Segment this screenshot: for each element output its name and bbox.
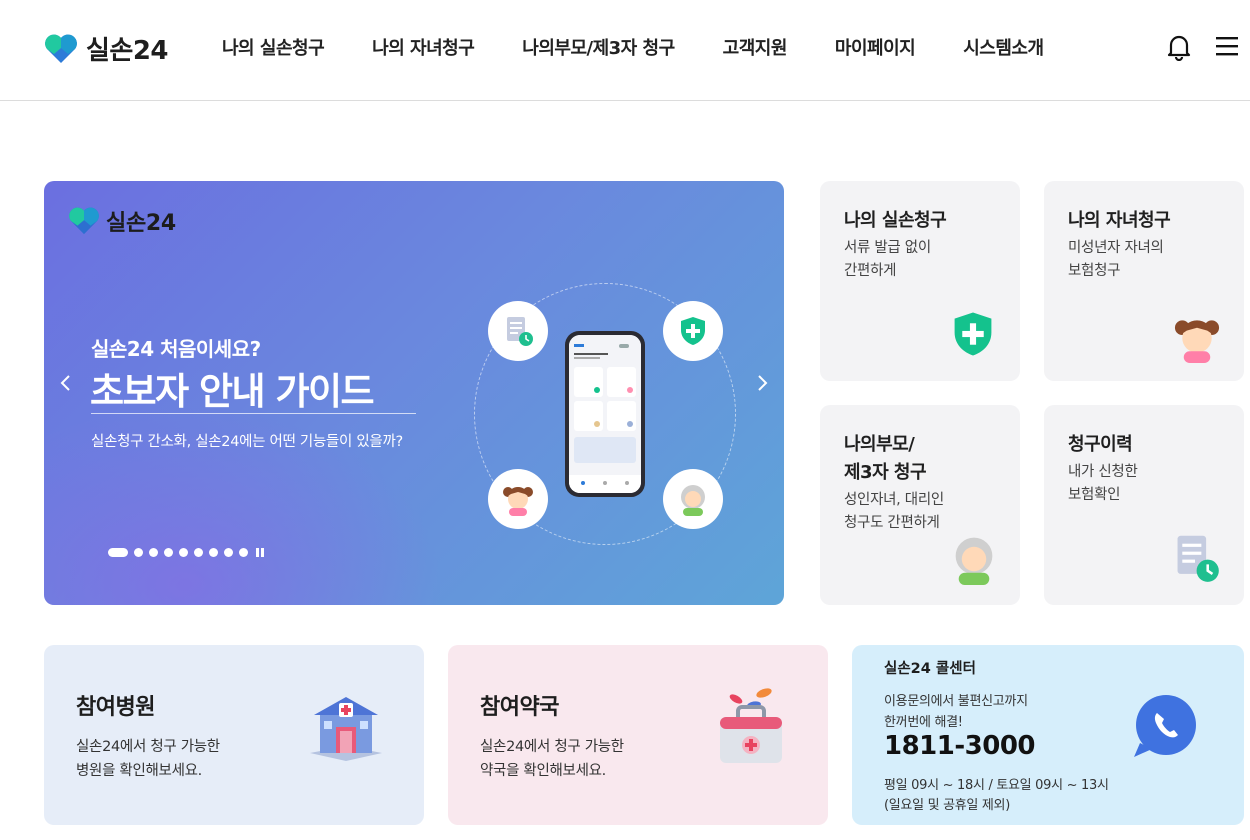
top-header: 실손24 나의 실손청구 나의 자녀청구 나의부모/제3자 청구 고객지원 마이…	[0, 0, 1250, 101]
green-shield-plus-icon	[954, 312, 992, 356]
phone-call-bubble-icon	[1134, 695, 1196, 757]
nav-child-claim[interactable]: 나의 자녀청구	[372, 34, 475, 60]
nav-parent-claim[interactable]: 나의부모/제3자 청구	[522, 34, 675, 60]
card-desc: 서류 발급 없이	[844, 240, 931, 256]
banner-logo-text: 실손24	[106, 211, 176, 236]
phone-screen	[569, 335, 641, 493]
card-partner-hospitals[interactable]: 참여병원 실손24에서 청구 가능한 병원을 확인해보세요.	[44, 645, 424, 825]
card-desc-line: 약국을 확인해보세요.	[480, 763, 606, 779]
card-desc: 내가 신청한	[1068, 464, 1138, 480]
hospital-building-icon	[310, 697, 382, 761]
orbit-document-bubble	[488, 301, 548, 361]
card-call-center[interactable]: 실손24 콜센터 이용문의에서 불편신고까지 한꺼번에 해결! 1811-300…	[852, 645, 1244, 825]
slide-dot[interactable]	[239, 548, 248, 557]
card-partner-pharmacies[interactable]: 참여약국 실손24에서 청구 가능한 약국을 확인해보세요.	[448, 645, 828, 825]
next-slide-icon[interactable]	[750, 371, 774, 395]
card-title: 나의 실손청구	[844, 210, 947, 231]
card-title-line: 제3자 청구	[844, 462, 927, 483]
callcenter-phone-number[interactable]: 1811-3000	[884, 731, 1036, 761]
card-self-claim[interactable]: 나의 실손청구 서류 발급 없이 간편하게	[820, 181, 1020, 381]
heart-logo-icon	[69, 207, 99, 235]
card-desc-line: 병원을 확인해보세요.	[76, 763, 202, 779]
card-desc: 간편하게	[844, 263, 897, 279]
main-nav: 나의 실손청구 나의 자녀청구 나의부모/제3자 청구 고객지원 마이페이지 시…	[222, 34, 1092, 60]
slide-indicator	[108, 548, 264, 557]
callcenter-hours-line: 평일 09시 ~ 18시 / 토요일 09시 ~ 13시	[884, 778, 1109, 793]
banner-logo: 실손24	[68, 205, 176, 237]
nav-my-page[interactable]: 마이페이지	[835, 34, 916, 60]
pause-icon[interactable]	[256, 548, 264, 557]
card-desc-line: 실손24에서 청구 가능한	[76, 739, 220, 755]
slide-dot[interactable]	[134, 548, 143, 557]
nav-customer-support[interactable]: 고객지원	[723, 34, 788, 60]
callcenter-hours: 평일 09시 ~ 18시 / 토요일 09시 ~ 13시 (일요일 및 공휴일 …	[884, 776, 1109, 816]
document-clock-icon	[1177, 535, 1219, 582]
orbit-girl-bubble	[488, 469, 548, 529]
card-desc: 실손24에서 청구 가능한 약국을 확인해보세요.	[480, 735, 624, 783]
card-title: 청구이력	[1068, 434, 1133, 455]
callcenter-title: 실손24 콜센터	[884, 661, 976, 677]
card-title: 나의 자녀청구	[1068, 210, 1171, 231]
card-desc: 성인자녀, 대리인	[844, 492, 944, 508]
card-claim-history[interactable]: 청구이력 내가 신청한 보험확인	[1044, 405, 1244, 605]
hamburger-menu-icon[interactable]	[1214, 33, 1240, 59]
card-title: 참여병원	[76, 695, 155, 720]
orbit-grandmother-bubble	[663, 469, 723, 529]
app-preview-graphic	[569, 335, 641, 493]
card-desc: 청구도 간편하게	[844, 515, 940, 531]
banner-description: 실손청구 간소화, 실손24에는 어떤 기능들이 있을까?	[91, 434, 403, 450]
card-desc: 보험확인	[1068, 487, 1121, 503]
callcenter-hours-line: (일요일 및 공휴일 제외)	[884, 798, 1010, 813]
phone-mockup	[565, 331, 645, 497]
logo-text: 실손24	[86, 36, 169, 66]
slide-dot[interactable]	[224, 548, 233, 557]
heart-logo-icon	[45, 34, 77, 63]
first-aid-kit-icon	[720, 688, 782, 763]
card-parent-claim[interactable]: 나의부모/ 제3자 청구 성인자녀, 대리인 청구도 간편하게	[820, 405, 1020, 605]
slide-dot-active[interactable]	[108, 548, 128, 557]
header-icons	[1166, 33, 1240, 61]
card-title: 참여약국	[480, 695, 559, 720]
green-shield-plus-icon	[681, 317, 705, 345]
card-title: 나의부모/ 제3자 청구	[844, 431, 927, 487]
callcenter-desc: 이용문의에서 불편신고까지 한꺼번에 해결!	[884, 691, 1028, 733]
banner-divider	[91, 413, 416, 414]
slide-dot[interactable]	[164, 548, 173, 557]
guide-banner[interactable]: 실손24 실손24 처음이세요? 초보자 안내 가이드 실손청구 간소화, 실손…	[44, 181, 784, 605]
slide-dot[interactable]	[209, 548, 218, 557]
nav-self-claim[interactable]: 나의 실손청구	[222, 34, 325, 60]
slide-dot[interactable]	[179, 548, 188, 557]
card-desc-line: 실손24에서 청구 가능한	[480, 739, 624, 755]
callcenter-desc-line: 이용문의에서 불편신고까지	[884, 694, 1028, 709]
card-desc: 미성년자 자녀의	[1068, 240, 1164, 256]
card-title-line: 나의부모/	[844, 434, 915, 455]
card-desc: 보험청구	[1068, 263, 1121, 279]
grandmother-icon	[681, 485, 705, 516]
slide-dot[interactable]	[194, 548, 203, 557]
callcenter-desc-line: 한꺼번에 해결!	[884, 715, 963, 730]
nav-system-intro[interactable]: 시스템소개	[963, 34, 1044, 60]
bell-icon[interactable]	[1166, 33, 1192, 61]
grandmother-icon	[955, 537, 993, 585]
girl-icon	[1174, 320, 1220, 363]
girl-icon	[503, 487, 533, 516]
card-desc: 실손24에서 청구 가능한 병원을 확인해보세요.	[76, 735, 220, 783]
site-logo[interactable]: 실손24	[44, 30, 169, 67]
banner-title: 초보자 안내 가이드	[90, 370, 375, 413]
slide-dot[interactable]	[149, 548, 158, 557]
prev-slide-icon[interactable]	[54, 371, 78, 395]
card-child-claim[interactable]: 나의 자녀청구 미성년자 자녀의 보험청구	[1044, 181, 1244, 381]
document-clock-icon	[507, 317, 533, 346]
orbit-shield-bubble	[663, 301, 723, 361]
banner-subtitle: 실손24 처음이세요?	[91, 337, 261, 361]
